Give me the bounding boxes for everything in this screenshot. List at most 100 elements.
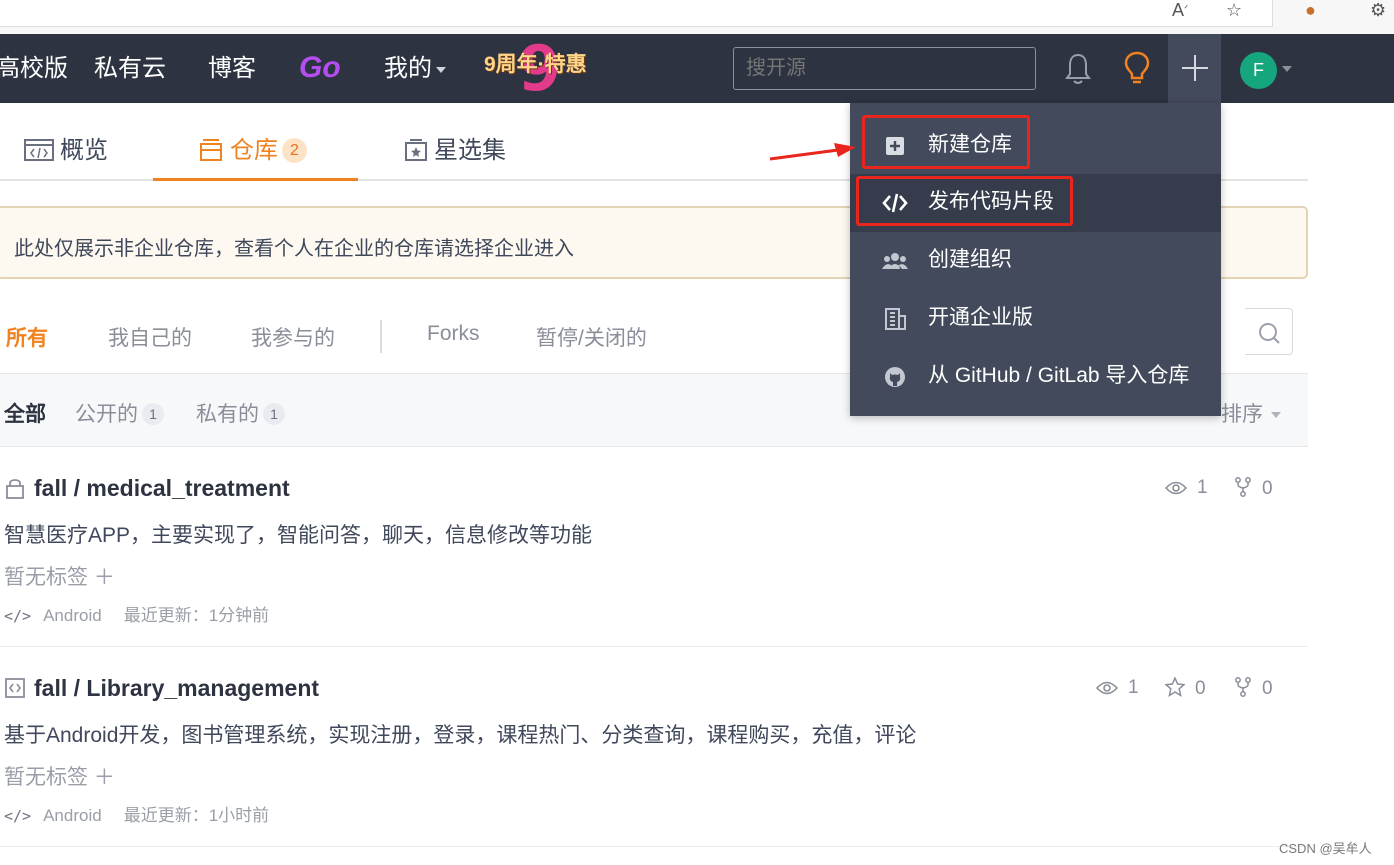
extension-icon[interactable]: ●: [1305, 0, 1316, 20]
repo-list-item: fall / medical_treatment 1 0 智慧医疗APP，主要实…: [0, 447, 1308, 647]
nav-item-private-cloud[interactable]: 私有云: [94, 54, 166, 84]
repo-language[interactable]: Android: [43, 606, 102, 625]
watch-count-value: 1: [1197, 477, 1208, 498]
visibility-private-label: 私有的: [196, 403, 259, 426]
fork-count[interactable]: 0: [1234, 677, 1273, 700]
github-icon: [885, 367, 905, 387]
menu-item-enterprise[interactable]: 开通企业版: [850, 290, 1221, 348]
tab-overview[interactable]: 概览: [24, 133, 108, 169]
active-tab-indicator: [153, 178, 358, 181]
watermark: CSDN @吴牟人: [1279, 841, 1372, 856]
sort-label: 排序: [1221, 403, 1263, 426]
sort-dropdown[interactable]: 排序: [1221, 398, 1281, 428]
repo-title-link[interactable]: fall / medical_treatment: [4, 475, 290, 502]
avatar-chevron-down-icon[interactable]: [1282, 66, 1292, 72]
repo-meta: </> Android 最近更新：1分钟前: [4, 601, 269, 626]
create-new-button[interactable]: [1168, 34, 1221, 103]
watch-count-value: 1: [1128, 677, 1139, 698]
code-icon: </>: [4, 607, 32, 625]
fork-icon: [1235, 677, 1251, 697]
star-icon: [1164, 676, 1186, 697]
code-repo-icon: [5, 678, 25, 698]
tab-collections[interactable]: 星选集: [404, 133, 506, 169]
search-icon: [1259, 323, 1280, 344]
star-box-icon: [405, 139, 427, 161]
filter-all[interactable]: 所有: [6, 322, 48, 352]
tab-collections-label: 星选集: [434, 137, 506, 164]
lock-icon: [6, 479, 24, 499]
filter-paused-closed[interactable]: 暂停/关闭的: [536, 322, 647, 352]
annotation-highlight-publish-snippet: [856, 176, 1073, 226]
browser-address-bar[interactable]: [0, 0, 1273, 27]
visibility-public[interactable]: 公开的 1: [75, 398, 164, 428]
annotation-highlight-new-repository: [862, 115, 1030, 169]
watch-count[interactable]: 1: [1095, 677, 1139, 699]
nav-item-blog[interactable]: 博客: [208, 54, 256, 84]
tab-overview-label: 概览: [60, 137, 108, 164]
lightbulb-icon[interactable]: [1122, 50, 1152, 86]
watch-count[interactable]: 1: [1164, 477, 1208, 499]
plus-icon-vertical: [1194, 55, 1196, 81]
chevron-down-icon: [1271, 412, 1281, 419]
star-count[interactable]: 0: [1164, 676, 1206, 700]
repo-description: 基于Android开发，图书管理系统，实现注册，登录，课程热门、分类查询，课程购…: [4, 724, 917, 747]
code-window-icon: [24, 139, 54, 161]
avatar[interactable]: F: [1240, 52, 1277, 89]
fork-icon: [1235, 477, 1251, 497]
repo-updated: 最近更新：1小时前: [123, 806, 270, 825]
repo-name: fall / Library_management: [34, 675, 320, 701]
fork-count-value: 0: [1262, 678, 1273, 699]
browser-toolbar: Aᐟ ☆ ● ⚙: [0, 0, 1394, 34]
anniversary-promo-banner[interactable]: 9 9周年·特惠: [482, 34, 607, 104]
menu-item-create-organization[interactable]: 创建组织: [850, 232, 1221, 290]
code-icon: </>: [4, 807, 32, 825]
search-input[interactable]: [733, 47, 1036, 90]
read-aloud-icon[interactable]: Aᐟ: [1172, 0, 1188, 20]
filter-forks[interactable]: Forks: [427, 322, 480, 346]
visibility-public-label: 公开的: [75, 403, 138, 426]
annotation-arrow-icon: [769, 143, 856, 161]
repo-description: 智慧医疗APP，主要实现了，智能问答，聊天，信息修改等功能: [4, 524, 593, 547]
nav-item-go[interactable]: Go: [299, 51, 341, 85]
menu-label: 创建组织: [928, 248, 1012, 271]
menu-label: 从 GitHub / GitLab 导入仓库: [928, 364, 1190, 387]
nav-mine-label: 我的: [384, 55, 432, 82]
repository-icon: [200, 139, 222, 161]
repo-tags-add[interactable]: 暂无标签 ＋: [4, 761, 115, 791]
repo-updated: 最近更新：1分钟前: [123, 606, 270, 625]
filter-mine[interactable]: 我自己的: [108, 322, 192, 352]
repo-language[interactable]: Android: [43, 806, 102, 825]
nav-item-mine[interactable]: 我的: [384, 54, 446, 84]
repo-tags-add[interactable]: 暂无标签 ＋: [4, 561, 115, 591]
favorites-add-icon[interactable]: ☆: [1226, 0, 1242, 20]
filter-participated[interactable]: 我参与的: [251, 322, 335, 352]
nav-item-education[interactable]: 高校版: [0, 54, 68, 84]
eye-icon: [1164, 481, 1188, 495]
tab-repositories-label: 仓库: [230, 137, 278, 164]
repo-list-item: fall / Library_management 1 0 0 基于Androi…: [0, 647, 1308, 847]
chevron-down-icon: [436, 66, 446, 73]
bell-icon[interactable]: [1063, 52, 1093, 86]
promo-text: 9周年·特惠: [484, 53, 587, 76]
tab-repositories[interactable]: 仓库 2: [198, 133, 307, 169]
top-navigation-bar: 高校版 私有云 博客 Go 我的 9 9周年·特惠 F: [0, 34, 1394, 104]
group-icon: [882, 253, 908, 269]
repositories-count-badge: 2: [282, 138, 307, 163]
visibility-private[interactable]: 私有的 1: [196, 398, 285, 428]
repo-name: fall / medical_treatment: [34, 475, 290, 501]
eye-icon: [1095, 681, 1119, 695]
menu-item-import-repository[interactable]: 从 GitHub / GitLab 导入仓库: [850, 348, 1221, 406]
notice-text: 此处仅展示非企业仓库，查看个人在企业的仓库请选择企业进入: [14, 238, 574, 260]
private-count-badge: 1: [263, 403, 285, 425]
repo-meta: </> Android 最近更新：1小时前: [4, 801, 269, 826]
building-icon: [885, 308, 906, 330]
filter-divider: [380, 320, 382, 353]
settings-icon[interactable]: ⚙: [1370, 0, 1386, 20]
fork-count-value: 0: [1262, 478, 1273, 499]
repo-title-link[interactable]: fall / Library_management: [4, 675, 319, 702]
star-count-value: 0: [1195, 678, 1206, 699]
fork-count[interactable]: 0: [1234, 477, 1273, 500]
visibility-all[interactable]: 全部: [4, 398, 46, 428]
public-count-badge: 1: [142, 403, 164, 425]
repo-search-button[interactable]: [1245, 308, 1293, 355]
